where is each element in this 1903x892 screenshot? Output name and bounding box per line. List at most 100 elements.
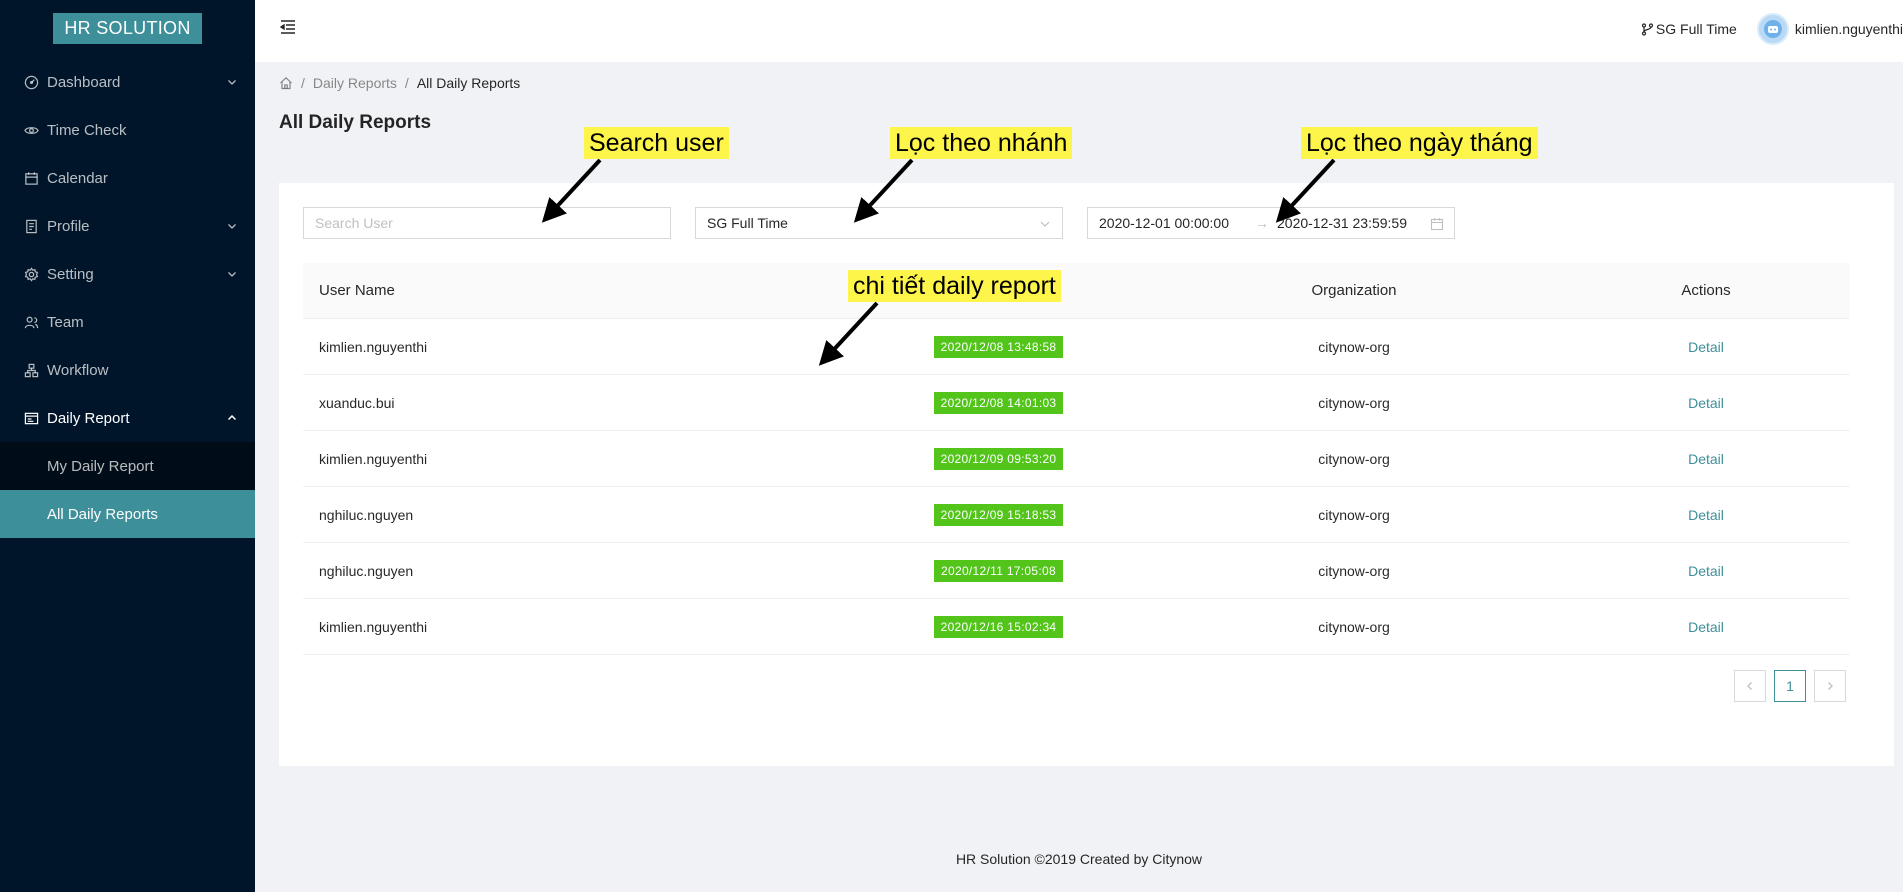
table-row: nghiluc.nguyen 2020/12/11 17:05:08 cityn… (303, 543, 1850, 599)
time-tag: 2020/12/08 13:48:58 (933, 335, 1064, 358)
chevron-down-icon (1040, 221, 1050, 227)
calendar-icon (1430, 218, 1444, 231)
workflow-icon (23, 362, 39, 378)
chevron-up-icon (227, 414, 237, 421)
table-row: kimlien.nguyenthi 2020/12/09 09:53:20 ci… (303, 431, 1850, 487)
table-row: nghiluc.nguyen 2020/12/09 15:18:53 cityn… (303, 487, 1850, 543)
sidebar-menu: Dashboard Time Check Calendar Profile Se… (0, 58, 255, 538)
sidebar-item-workflow[interactable]: Workflow (0, 346, 255, 394)
chevron-left-icon (1747, 682, 1752, 690)
logo-area: HR SOLUTION (0, 0, 255, 56)
eye-icon (23, 122, 39, 138)
chevron-down-icon (228, 224, 236, 229)
sidebar-item-label: All Daily Reports (47, 505, 158, 523)
annotation-detail: chi tiết daily report (848, 270, 1061, 302)
header-right: SG Full Time kimlien.nguyenthi (1641, 0, 1903, 58)
cell-user-name: kimlien.nguyenthi (319, 450, 428, 467)
avatar-icon (1763, 20, 1782, 38)
chevron-right-icon (1828, 682, 1833, 690)
sidebar-item-label: Dashboard (47, 73, 121, 91)
top-header: SG Full Time kimlien.nguyenthi (255, 0, 1903, 62)
breadcrumb: / Daily Reports / All Daily Reports (279, 75, 520, 91)
user-name: kimlien.nguyenthi (1794, 21, 1903, 37)
sidebar-item-dashboard[interactable]: Dashboard (0, 58, 255, 106)
calendar-icon (23, 170, 39, 186)
reports-table: User Name Organization Actions kimlien.n… (303, 263, 1850, 655)
detail-link[interactable]: Detail (1688, 619, 1724, 635)
sidebar-item-all-daily-reports[interactable]: All Daily Reports (0, 490, 255, 538)
reports-card: SG Full Time 2020-12-01 00:00:00 → 2020-… (279, 183, 1894, 766)
profile-icon (23, 218, 39, 234)
table-header: User Name Organization Actions (303, 263, 1850, 319)
cell-organization: citynow-org (1318, 394, 1390, 411)
sidebar-item-label: Calendar (47, 169, 108, 187)
branch-icon (1641, 22, 1654, 36)
cell-user-name: nghiluc.nguyen (319, 506, 414, 523)
chevron-down-icon (228, 272, 236, 277)
sidebar-item-label: Profile (47, 217, 90, 235)
cell-user-name: kimlien.nguyenthi (319, 618, 428, 635)
cell-organization: citynow-org (1318, 506, 1390, 523)
time-tag: 2020/12/09 09:53:20 (933, 447, 1064, 470)
sidebar-item-label: Team (47, 313, 84, 331)
search-input[interactable] (303, 207, 671, 239)
cell-organization: citynow-org (1318, 338, 1390, 355)
user-menu[interactable]: kimlien.nguyenthi (1756, 13, 1903, 45)
sidebar-item-time-check[interactable]: Time Check (0, 106, 255, 154)
sidebar-item-label: Time Check (47, 121, 127, 139)
sidebar-item-profile[interactable]: Profile (0, 202, 255, 250)
cell-organization: citynow-org (1318, 618, 1390, 635)
table-row: xuanduc.bui 2020/12/08 14:01:03 citynow-… (303, 375, 1850, 431)
time-tag: 2020/12/08 14:01:03 (933, 391, 1064, 414)
gear-icon (23, 266, 39, 282)
breadcrumb-current: All Daily Reports (416, 75, 521, 91)
report-icon (23, 410, 39, 426)
date-range-picker[interactable]: 2020-12-01 00:00:00 → 2020-12-31 23:59:5… (1087, 207, 1455, 239)
date-start[interactable]: 2020-12-01 00:00:00 (1099, 215, 1247, 231)
sidebar-item-my-daily-report[interactable]: My Daily Report (0, 442, 255, 490)
sidebar-item-label: Daily Report (47, 409, 130, 427)
sidebar-item-daily-report[interactable]: Daily Report (0, 394, 255, 442)
cell-user-name: nghiluc.nguyen (319, 562, 414, 579)
page-title: All Daily Reports (279, 112, 432, 133)
breadcrumb-daily-reports[interactable]: Daily Reports (313, 75, 397, 91)
avatar (1756, 13, 1789, 45)
detail-link[interactable]: Detail (1688, 563, 1724, 579)
sidebar-item-team[interactable]: Team (0, 298, 255, 346)
breadcrumb-separator: / (404, 75, 409, 91)
detail-link[interactable]: Detail (1688, 395, 1724, 411)
team-icon (23, 314, 39, 330)
cell-organization: citynow-org (1318, 562, 1390, 579)
sidebar-item-label: Setting (47, 265, 94, 283)
time-tag: 2020/12/16 15:02:34 (933, 615, 1064, 638)
column-header-actions: Actions (1681, 282, 1731, 299)
next-page-button[interactable] (1814, 670, 1846, 702)
detail-link[interactable]: Detail (1688, 451, 1724, 467)
time-tag: 2020/12/11 17:05:08 (934, 559, 1063, 582)
sidebar-item-label: Workflow (47, 361, 109, 379)
branch-select[interactable]: SG Full Time (695, 207, 1063, 239)
table-row: kimlien.nguyenthi 2020/12/08 13:48:58 ci… (303, 319, 1850, 375)
date-end[interactable]: 2020-12-31 23:59:59 (1277, 215, 1425, 231)
prev-page-button[interactable] (1734, 670, 1766, 702)
chevron-down-icon (228, 80, 236, 85)
cell-user-name: xuanduc.bui (319, 394, 395, 411)
breadcrumb-separator: / (301, 75, 305, 91)
annotation-search: Search user (584, 127, 729, 159)
cell-user-name: kimlien.nguyenthi (319, 338, 428, 355)
pagination: 1 (1726, 670, 1846, 702)
branch-label: SG Full Time (1655, 21, 1737, 37)
branch-select-value: SG Full Time (707, 215, 788, 231)
sidebar-item-calendar[interactable]: Calendar (0, 154, 255, 202)
annotation-date: Lọc theo ngày tháng (1301, 127, 1538, 159)
branch-selector[interactable]: SG Full Time (1641, 21, 1737, 37)
column-header-user-name: User Name (319, 282, 395, 299)
sidebar-item-setting[interactable]: Setting (0, 250, 255, 298)
app-logo[interactable]: HR SOLUTION (53, 12, 202, 44)
menu-fold-icon[interactable] (279, 18, 297, 36)
sidebar: HR SOLUTION Dashboard Time Check Calenda… (0, 0, 255, 892)
detail-link[interactable]: Detail (1688, 339, 1724, 355)
page-button[interactable]: 1 (1774, 670, 1806, 702)
home-icon[interactable] (279, 76, 293, 90)
detail-link[interactable]: Detail (1688, 507, 1724, 523)
